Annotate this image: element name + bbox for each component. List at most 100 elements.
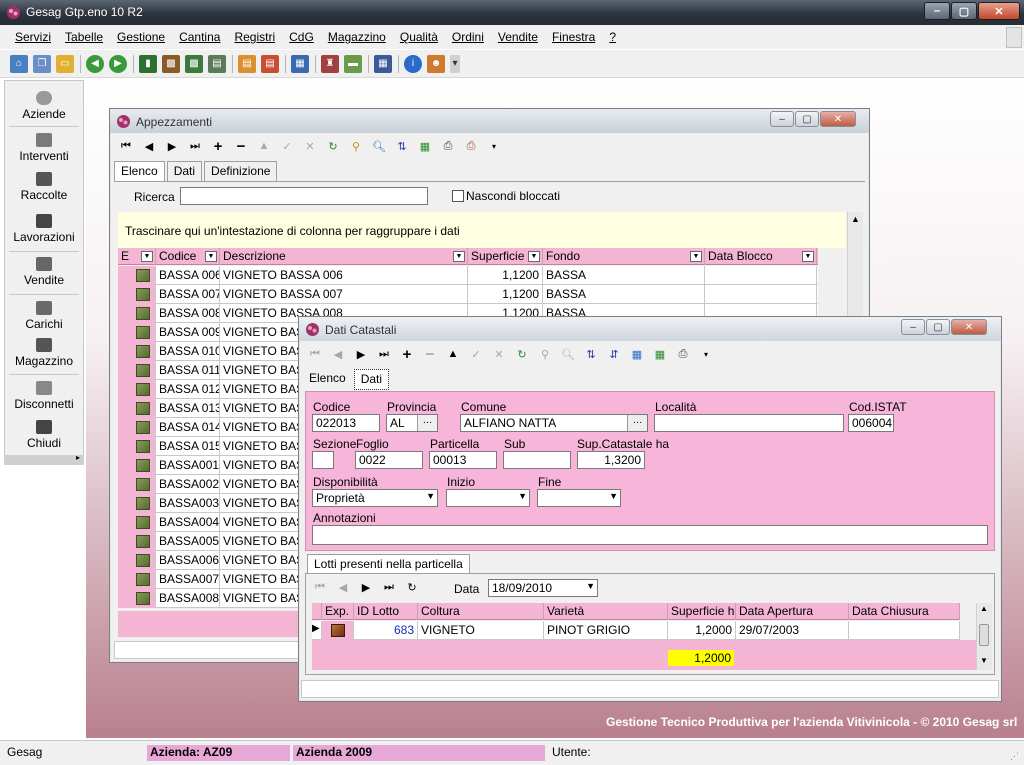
refresh-icon[interactable]: ↻ [323, 136, 343, 156]
toolbar-overflow-icon[interactable]: ▾ [696, 344, 716, 364]
table-row[interactable]: BASSA 006 VIGNETO BASSA 006 1,1200 BASSA [118, 266, 818, 285]
search-input[interactable] [180, 187, 428, 205]
menu-servizi[interactable]: Servizi [8, 30, 58, 44]
print-preview-icon[interactable]: ⎙ [461, 136, 481, 156]
maximize-button[interactable]: ▢ [795, 111, 819, 127]
excel-icon[interactable]: ▦ [415, 136, 435, 156]
dropdown-icon[interactable]: ▼ [453, 251, 465, 262]
last-record-icon[interactable]: ⏭ [374, 344, 394, 364]
next-record-icon[interactable]: ▶ [356, 577, 376, 597]
comune-field[interactable]: ALFIANO NATTA… [460, 414, 648, 432]
tab-dati[interactable]: Dati [166, 161, 203, 181]
report-icon[interactable]: ▤ [208, 54, 226, 73]
lookup-button[interactable]: … [417, 415, 437, 431]
col-header-coltura[interactable]: Coltura [418, 603, 544, 620]
first-record-icon[interactable]: ⏮ [310, 577, 330, 597]
menu-cdg[interactable]: CdG [282, 30, 321, 44]
minimize-button[interactable]: ‒ [770, 111, 794, 127]
toolbar-overflow-icon[interactable]: ▾ [450, 54, 460, 73]
chevron-down-icon[interactable]: ▼ [609, 491, 618, 501]
chevron-down-icon[interactable]: ▼ [518, 491, 527, 501]
tab-elenco[interactable]: Elenco [303, 369, 352, 390]
prev-record-icon[interactable]: ◀ [139, 136, 159, 156]
maximize-button[interactable]: ▢ [926, 319, 950, 335]
codice-field[interactable]: 022013 [312, 414, 380, 432]
maximize-button[interactable]: ▢ [951, 2, 977, 20]
last-record-icon[interactable]: ⏭ [379, 577, 399, 597]
folder-icon[interactable]: ▭ [56, 54, 74, 73]
menu-qualita[interactable]: Qualità [393, 30, 445, 44]
table-row[interactable]: BASSA 007 VIGNETO BASSA 007 1,1200 BASSA [118, 285, 818, 304]
side-item-disconnetti[interactable]: Disconnetti [5, 381, 83, 411]
tab-elenco[interactable]: Elenco [114, 161, 165, 181]
menu-finestra[interactable]: Finestra [545, 30, 602, 44]
particella-field[interactable]: 00013 [429, 451, 497, 469]
side-item-magazzino[interactable]: Magazzino [5, 338, 83, 368]
localita-field[interactable] [654, 414, 844, 432]
field-icon[interactable]: ▩ [162, 54, 180, 73]
back-icon[interactable]: ◀ [86, 54, 104, 73]
print-icon[interactable]: ⎙ [438, 136, 458, 156]
refresh-icon[interactable]: ↻ [512, 344, 532, 364]
inizio-select[interactable]: ▼ [446, 489, 530, 507]
sort-icon[interactable]: ⇅ [392, 136, 412, 156]
up-icon[interactable]: ▲ [443, 344, 463, 364]
sezione-field[interactable] [312, 451, 334, 469]
close-button[interactable]: ✕ [951, 319, 987, 335]
vineyard-icon[interactable]: ▩ [185, 54, 203, 73]
menu-gestione[interactable]: Gestione [110, 30, 172, 44]
close-button[interactable]: ✕ [820, 111, 856, 127]
truck-icon[interactable]: ▬ [344, 54, 362, 73]
remove-icon[interactable]: − [420, 344, 440, 364]
sup-catastale-field[interactable]: 1,3200 [577, 451, 645, 469]
resize-grip-icon[interactable]: ⋰ [1010, 751, 1019, 762]
search-icon[interactable]: 🔍︎ [369, 136, 389, 156]
menu-ordini[interactable]: Ordini [445, 30, 491, 44]
confirm-icon[interactable]: ✓ [277, 136, 297, 156]
cancel-icon[interactable]: ✕ [300, 136, 320, 156]
close-button[interactable]: ✕ [978, 2, 1020, 20]
up-icon[interactable]: ▲ [254, 136, 274, 156]
dropdown-icon[interactable]: ▼ [690, 251, 702, 262]
prev-record-icon[interactable]: ◀ [328, 344, 348, 364]
side-item-lavorazioni[interactable]: Lavorazioni [5, 214, 83, 244]
foglio-field[interactable]: 0022 [355, 451, 423, 469]
filter-icon[interactable]: ⚲ [535, 344, 555, 364]
annotazioni-field[interactable] [312, 525, 988, 545]
sub-field[interactable] [503, 451, 571, 469]
forward-icon[interactable]: ▶ [109, 54, 127, 73]
menubar-scroll[interactable] [1006, 27, 1022, 48]
next-record-icon[interactable]: ▶ [351, 344, 371, 364]
copy-icon[interactable]: ❐ [33, 54, 51, 73]
scroll-up-icon[interactable]: ▲ [980, 604, 988, 613]
first-record-icon[interactable]: ⏮ [305, 344, 325, 364]
provincia-field[interactable]: AL… [386, 414, 438, 432]
refresh-icon[interactable]: ↻ [402, 577, 422, 597]
col-header-data-blocco[interactable]: Data Blocco ▼ [705, 248, 817, 265]
last-record-icon[interactable]: ⏭ [185, 136, 205, 156]
home-icon[interactable]: ⌂ [10, 54, 28, 73]
tab-dati[interactable]: Dati [353, 369, 390, 390]
tab-definizione[interactable]: Definizione [204, 161, 278, 181]
scroll-thumb[interactable] [979, 624, 989, 646]
col-header-data-apertura[interactable]: Data Apertura [736, 603, 849, 620]
col-header-codice[interactable]: Codice ▼ [156, 248, 220, 265]
scroll-up-icon[interactable]: ▲ [851, 214, 860, 224]
col-header-exp[interactable]: Exp. [322, 603, 354, 620]
side-item-interventi[interactable]: Interventi [5, 133, 83, 163]
confirm-icon[interactable]: ✓ [466, 344, 486, 364]
sort-alt-icon[interactable]: ⇵ [604, 344, 624, 364]
bottle-icon[interactable]: ♜ [321, 54, 339, 73]
database-icon[interactable]: ▦ [291, 54, 309, 73]
side-item-carichi[interactable]: Carichi [5, 301, 83, 331]
side-item-chiudi[interactable]: Chiudi [5, 420, 83, 450]
istat-field[interactable]: 006004 [848, 414, 894, 432]
lotti-scrollbar[interactable]: ▲ ▼ [976, 603, 992, 670]
side-item-raccolte[interactable]: Raccolte [5, 172, 83, 202]
hide-blocked-checkbox[interactable] [452, 190, 464, 202]
col-header-descrizione[interactable]: Descrizione ▼ [220, 248, 468, 265]
expand-cell[interactable] [322, 621, 354, 640]
dropdown-icon[interactable]: ▼ [141, 251, 153, 262]
next-record-icon[interactable]: ▶ [162, 136, 182, 156]
first-record-icon[interactable]: ⏮ [116, 136, 136, 156]
